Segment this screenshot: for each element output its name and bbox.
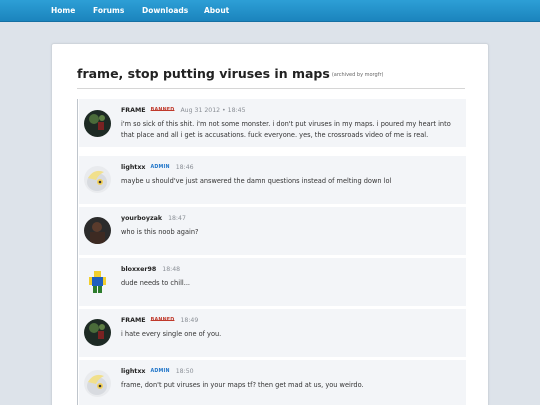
post: bloxxer98 18:48 dude needs to chill... <box>79 258 466 306</box>
post-message: i'm so sick of this shit. i'm not some m… <box>121 120 451 139</box>
post-username[interactable]: lightxx <box>121 164 145 171</box>
post-message: maybe u should've just answered the damn… <box>121 177 392 185</box>
avatar <box>84 268 111 295</box>
avatar <box>84 370 111 397</box>
top-nav-bar: Home Forums Downloads About <box>0 0 540 22</box>
avatar <box>84 166 111 193</box>
thread-title-text: frame, stop putting viruses in maps <box>77 66 330 81</box>
nav-home-link[interactable]: Home <box>51 6 75 15</box>
post-timestamp: 18:49 <box>180 317 199 324</box>
post-username[interactable]: FRAME <box>121 317 146 324</box>
banned-badge: BANNED <box>150 108 175 113</box>
post-list: FRAME BANNED Aug 31 2012 • 18:45 i'm so si… <box>77 99 466 405</box>
post-message: i hate every single one of you. <box>121 330 222 338</box>
banned-badge: BANNED <box>150 318 175 323</box>
post-meta: FRAME BANNED Aug 31 2012 • 18:45 <box>121 107 246 114</box>
post-meta: lightxx ADMIN 18:46 <box>121 164 194 171</box>
nav-downloads-link[interactable]: Downloads <box>142 6 188 15</box>
post-meta: bloxxer98 18:48 <box>121 266 180 273</box>
post-username[interactable]: FRAME <box>121 107 146 114</box>
archived-note: (archived by morgfr) <box>331 71 384 78</box>
nav-about-link[interactable]: About <box>204 6 229 15</box>
avatar <box>84 217 111 244</box>
avatar <box>84 319 111 346</box>
post-username[interactable]: lightxx <box>121 368 145 375</box>
post-username[interactable]: bloxxer98 <box>121 266 156 273</box>
post: lightxx ADMIN 18:50 frame, don't put virus… <box>79 360 466 405</box>
post: lightxx ADMIN 18:46 maybe u should've just… <box>79 156 466 204</box>
thread-title: frame, stop putting viruses in maps (arch… <box>77 66 383 81</box>
post: FRAME BANNED Aug 31 2012 • 18:45 i'm so si… <box>79 99 466 147</box>
post-meta: lightxx ADMIN 18:50 <box>121 368 194 375</box>
title-divider <box>77 88 465 89</box>
admin-badge: ADMIN <box>150 369 170 374</box>
post-message: dude needs to chill... <box>121 279 191 287</box>
post-meta: FRAME BANNED 18:49 <box>121 317 198 324</box>
post-timestamp: 18:50 <box>175 368 194 375</box>
post-message: who is this noob again? <box>121 228 199 236</box>
post-meta: yourboyzak 18:47 <box>121 215 186 222</box>
post-timestamp: Aug 31 2012 • 18:45 <box>180 107 246 114</box>
post: yourboyzak 18:47 who is this noob again? <box>79 207 466 255</box>
avatar <box>84 110 111 137</box>
admin-badge: ADMIN <box>150 165 170 170</box>
post-username[interactable]: yourboyzak <box>121 215 162 222</box>
post-message: frame, don't put viruses in your maps tf… <box>121 381 364 389</box>
thread-card: frame, stop putting viruses in maps (arch… <box>51 43 489 405</box>
post-timestamp: 18:46 <box>175 164 194 171</box>
post: FRAME BANNED 18:49 i hate every single one… <box>79 309 466 357</box>
post-timestamp: 18:47 <box>168 215 186 222</box>
post-timestamp: 18:48 <box>162 266 181 273</box>
nav-forums-link[interactable]: Forums <box>93 6 124 15</box>
